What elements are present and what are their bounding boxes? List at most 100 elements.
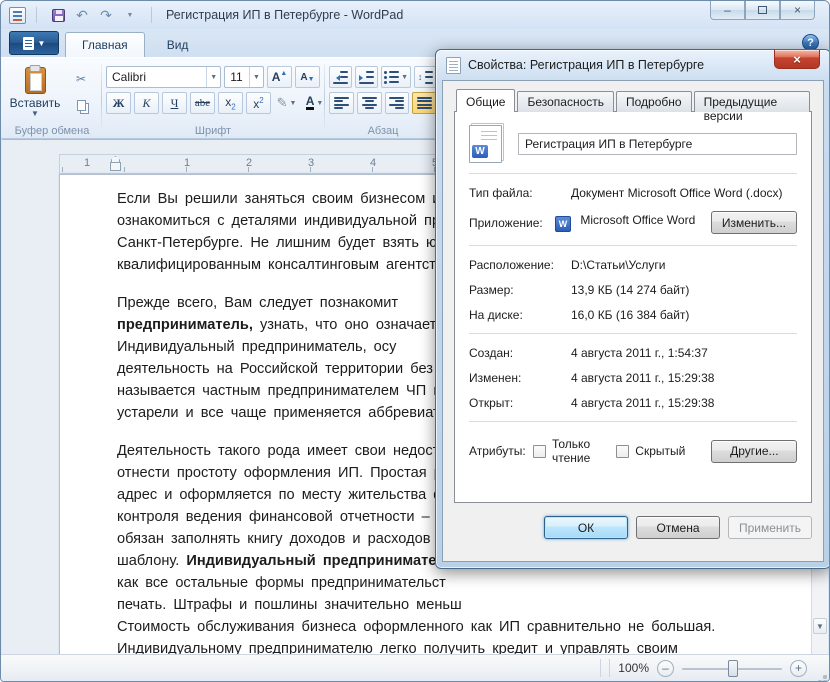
cut-button[interactable]: ✂ xyxy=(69,68,93,90)
size-on-disk-value: 16,0 КБ (16 384 байт) xyxy=(555,308,797,322)
ruler-number: 1 xyxy=(184,157,190,169)
zoom-percent: 100% xyxy=(618,661,649,675)
dialog-titlebar: Свойства: Регистрация ИП в Петербурге xyxy=(436,50,830,80)
wordpad-window: ↶ ↷ ▼ Регистрация ИП в Петербурге - Word… xyxy=(0,0,830,682)
copy-button[interactable] xyxy=(69,94,93,116)
text-line: печать. Штрафы и пошлины значительно мен… xyxy=(117,594,755,616)
window-controls: – × xyxy=(710,1,815,20)
justify-button[interactable] xyxy=(412,92,437,114)
close-button[interactable]: × xyxy=(780,1,815,20)
highlight-color-button[interactable]: ✎▼ xyxy=(274,92,299,114)
bullet-list-icon xyxy=(384,71,399,84)
font-size-combo[interactable]: 11 ▼ xyxy=(224,66,264,88)
dialog-tabs: Общие Безопасность Подробно Предыдущие в… xyxy=(454,91,812,112)
filename-input[interactable] xyxy=(518,133,797,155)
text-line: Индивидуальному предпринимателю легко по… xyxy=(117,638,755,654)
shrink-font-button[interactable]: A▼ xyxy=(295,66,320,88)
indent-marker[interactable] xyxy=(110,156,119,171)
tab-security[interactable]: Безопасность xyxy=(517,91,614,112)
resize-grip[interactable] xyxy=(823,675,827,679)
paragraph-group: ▼ ↕ Абзац xyxy=(325,60,441,138)
chevron-down-icon: ▼ xyxy=(249,67,263,87)
dialog-title: Свойства: Регистрация ИП в Петербурге xyxy=(468,58,704,72)
align-left-button[interactable] xyxy=(329,92,354,114)
restore-icon xyxy=(758,6,767,14)
tab-details[interactable]: Подробно xyxy=(616,91,692,112)
line-spacing-icon: ↕ xyxy=(418,71,433,84)
superscript-button[interactable]: x2 xyxy=(246,92,271,114)
ruler-margin-number: 1 xyxy=(84,157,90,169)
titlebar: ↶ ↷ ▼ Регистрация ИП в Петербурге - Word… xyxy=(1,1,829,29)
copy-icon xyxy=(77,100,86,111)
separator xyxy=(36,7,37,23)
text-line: Стоимость обслуживания бизнеса оформленн… xyxy=(117,616,755,638)
decrease-indent-button[interactable] xyxy=(329,66,352,88)
ruler-number: 3 xyxy=(308,157,314,169)
paste-button[interactable]: Вставить ▼ xyxy=(7,64,63,122)
zoom-slider-thumb[interactable] xyxy=(728,660,738,677)
chevron-down-icon: ▼ xyxy=(206,67,220,87)
bold-button[interactable]: Ж xyxy=(106,92,131,114)
paragraph-group-label: Абзац xyxy=(325,125,441,137)
font-group-label: Шрифт xyxy=(102,125,324,137)
customize-qat-button[interactable]: ▼ xyxy=(119,5,141,25)
scroll-down-button[interactable]: ▼ xyxy=(813,618,827,634)
tab-previous-versions[interactable]: Предыдущие версии xyxy=(694,91,810,112)
tab-view[interactable]: Вид xyxy=(151,33,205,57)
minimize-button[interactable]: – xyxy=(710,1,745,20)
word-document-icon xyxy=(469,125,502,163)
tab-home[interactable]: Главная xyxy=(65,32,145,57)
paste-label: Вставить xyxy=(10,96,61,110)
text-line: как все остальные формы предпринимательс… xyxy=(117,572,755,594)
save-button[interactable] xyxy=(47,5,69,25)
application-menu-button[interactable]: ▼ xyxy=(9,31,59,55)
cancel-button[interactable]: Отмена xyxy=(636,516,720,539)
clipboard-group-label: Буфер обмена xyxy=(3,125,101,137)
underline-button[interactable]: Ч xyxy=(162,92,187,114)
modified-value: 4 августа 2011 г., 15:29:38 xyxy=(555,371,797,385)
size-value: 13,9 КБ (14 274 байт) xyxy=(555,283,797,297)
grow-font-icon: A▲ xyxy=(272,70,288,84)
word-app-icon: W xyxy=(555,216,571,232)
font-family-combo[interactable]: Calibri ▼ xyxy=(106,66,221,88)
dialog-close-button[interactable]: × xyxy=(774,50,820,69)
align-center-button[interactable] xyxy=(357,92,382,114)
increase-indent-button[interactable] xyxy=(355,66,378,88)
change-app-button[interactable]: Изменить... xyxy=(711,211,797,234)
undo-button[interactable]: ↶ xyxy=(71,5,93,25)
file-type-label: Тип файла: xyxy=(469,186,555,200)
restore-button[interactable] xyxy=(745,1,780,20)
readonly-checkbox[interactable] xyxy=(533,445,546,458)
zoom-out-button[interactable]: – xyxy=(657,660,674,677)
line-spacing-button[interactable]: ↕ xyxy=(414,66,437,88)
hidden-checkbox[interactable] xyxy=(616,445,629,458)
created-value: 4 августа 2011 г., 1:54:37 xyxy=(555,346,797,360)
document-icon xyxy=(23,37,34,50)
ok-button[interactable]: ОК xyxy=(544,516,628,539)
properties-icon xyxy=(446,57,461,74)
properties-dialog: Свойства: Регистрация ИП в Петербурге × … xyxy=(435,49,830,569)
chevron-down-icon: ▼ xyxy=(38,39,46,48)
align-right-button[interactable] xyxy=(385,92,410,114)
zoom-slider[interactable] xyxy=(682,660,782,677)
zoom-in-button[interactable]: + xyxy=(790,660,807,677)
list-button[interactable]: ▼ xyxy=(381,66,411,88)
separator xyxy=(469,245,797,247)
tab-general[interactable]: Общие xyxy=(456,89,515,112)
subscript-button[interactable]: x2 xyxy=(218,92,243,114)
font-family-value: Calibri xyxy=(107,70,206,84)
other-attributes-button[interactable]: Другие... xyxy=(711,440,797,463)
strikethrough-button[interactable]: abe xyxy=(190,92,215,114)
align-center-icon xyxy=(362,97,377,110)
application-value: Microsoft Office Word xyxy=(580,213,695,227)
font-color-button[interactable]: A▼ xyxy=(302,92,327,114)
italic-button[interactable]: К xyxy=(134,92,159,114)
attributes-label: Атрибуты: xyxy=(469,444,533,458)
separator xyxy=(600,659,601,677)
redo-button[interactable]: ↷ xyxy=(95,5,117,25)
apply-button[interactable]: Применить xyxy=(728,516,812,539)
wordpad-app-icon[interactable] xyxy=(9,7,26,24)
clipboard-icon xyxy=(25,67,46,94)
status-bar: 100% – + xyxy=(1,654,829,681)
grow-font-button[interactable]: A▲ xyxy=(267,66,292,88)
